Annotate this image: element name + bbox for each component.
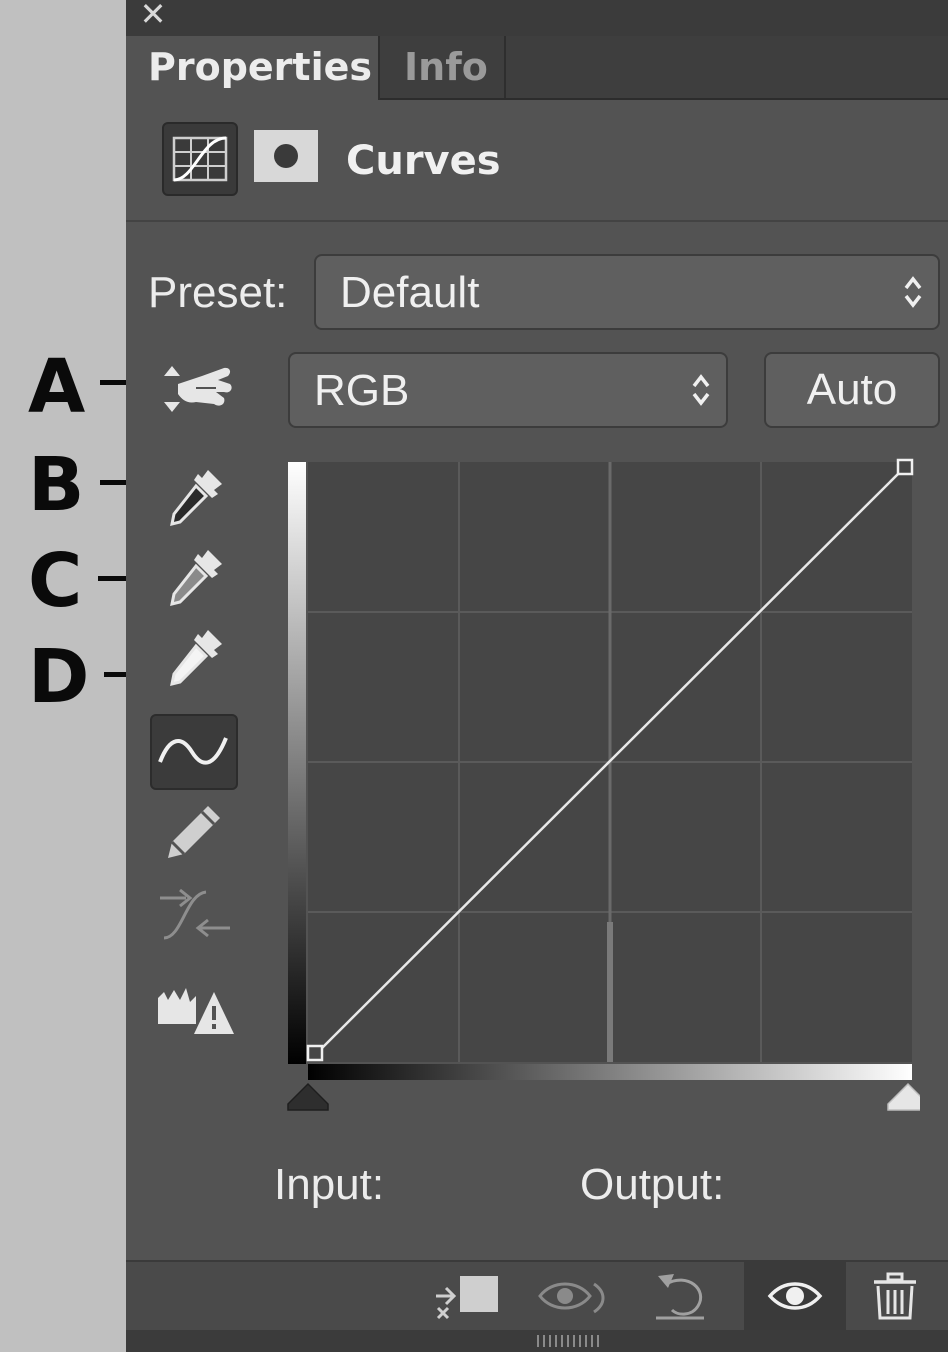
output-label: Output: [580, 1160, 725, 1209]
toggle-visibility-button[interactable] [744, 1262, 846, 1332]
draw-pencil-icon[interactable] [162, 800, 226, 864]
curve-point-black[interactable] [306, 1044, 324, 1062]
callout-c-line [98, 576, 128, 581]
smooth-curve-icon[interactable] [156, 884, 234, 944]
tab-bar: Properties Info [126, 36, 948, 100]
output-gradient-bar [288, 462, 306, 1064]
close-button[interactable]: ✕ [138, 0, 168, 32]
edit-points-curve-icon [158, 737, 228, 765]
auto-button[interactable]: Auto [764, 352, 940, 428]
input-label: Input: [274, 1160, 385, 1209]
view-previous-state-icon[interactable] [534, 1262, 608, 1332]
panel-title: Curves [346, 138, 501, 184]
properties-panel: ✕ Properties Info Curves Preset: Default [126, 0, 948, 1352]
callout-c: C [28, 538, 83, 624]
channel-value: RGB [314, 366, 410, 415]
tab-info[interactable]: Info [382, 36, 506, 98]
tab-properties[interactable]: Properties [126, 36, 380, 100]
preset-value: Default [340, 268, 480, 317]
panel-resize-handle[interactable] [126, 1330, 948, 1352]
panel-titlebar: ✕ [126, 0, 948, 36]
curve-point-white[interactable] [896, 458, 914, 476]
clip-to-layer-icon[interactable] [428, 1262, 502, 1332]
input-gradient-bar [308, 1064, 912, 1080]
adjustment-header: Curves [126, 100, 948, 222]
delete-icon[interactable] [858, 1262, 932, 1332]
black-point-slider[interactable] [287, 1082, 329, 1111]
dropdown-arrows-icon [692, 374, 710, 406]
clipping-warning-icon[interactable] [156, 984, 236, 1038]
sample-white-point-eyedropper-icon[interactable] [164, 626, 228, 690]
sample-gray-point-eyedropper-icon[interactable] [164, 546, 228, 610]
input-output-row: Input: Output: [126, 1160, 948, 1220]
histogram-bar [607, 922, 613, 1062]
sample-black-point-eyedropper-icon[interactable] [164, 466, 228, 530]
layer-mask-icon[interactable] [254, 130, 318, 182]
callout-b: B [28, 442, 85, 528]
grip-icon [537, 1335, 599, 1347]
reset-icon[interactable] [644, 1262, 718, 1332]
on-image-adjust-icon[interactable] [158, 358, 234, 420]
curves-adjustment-icon[interactable] [162, 122, 238, 196]
callout-d: D [28, 634, 90, 720]
edit-points-tool[interactable] [150, 714, 238, 790]
callout-a: A [28, 344, 86, 430]
preset-dropdown[interactable]: Default [314, 254, 940, 330]
channel-dropdown[interactable]: RGB [288, 352, 728, 428]
curves-graph[interactable] [286, 456, 920, 1122]
preset-label: Preset: [148, 268, 288, 317]
panel-bottom-bar [126, 1260, 948, 1332]
dropdown-arrows-icon [904, 276, 922, 308]
white-point-slider[interactable] [887, 1082, 920, 1111]
toggle-visibility-icon [767, 1282, 823, 1310]
